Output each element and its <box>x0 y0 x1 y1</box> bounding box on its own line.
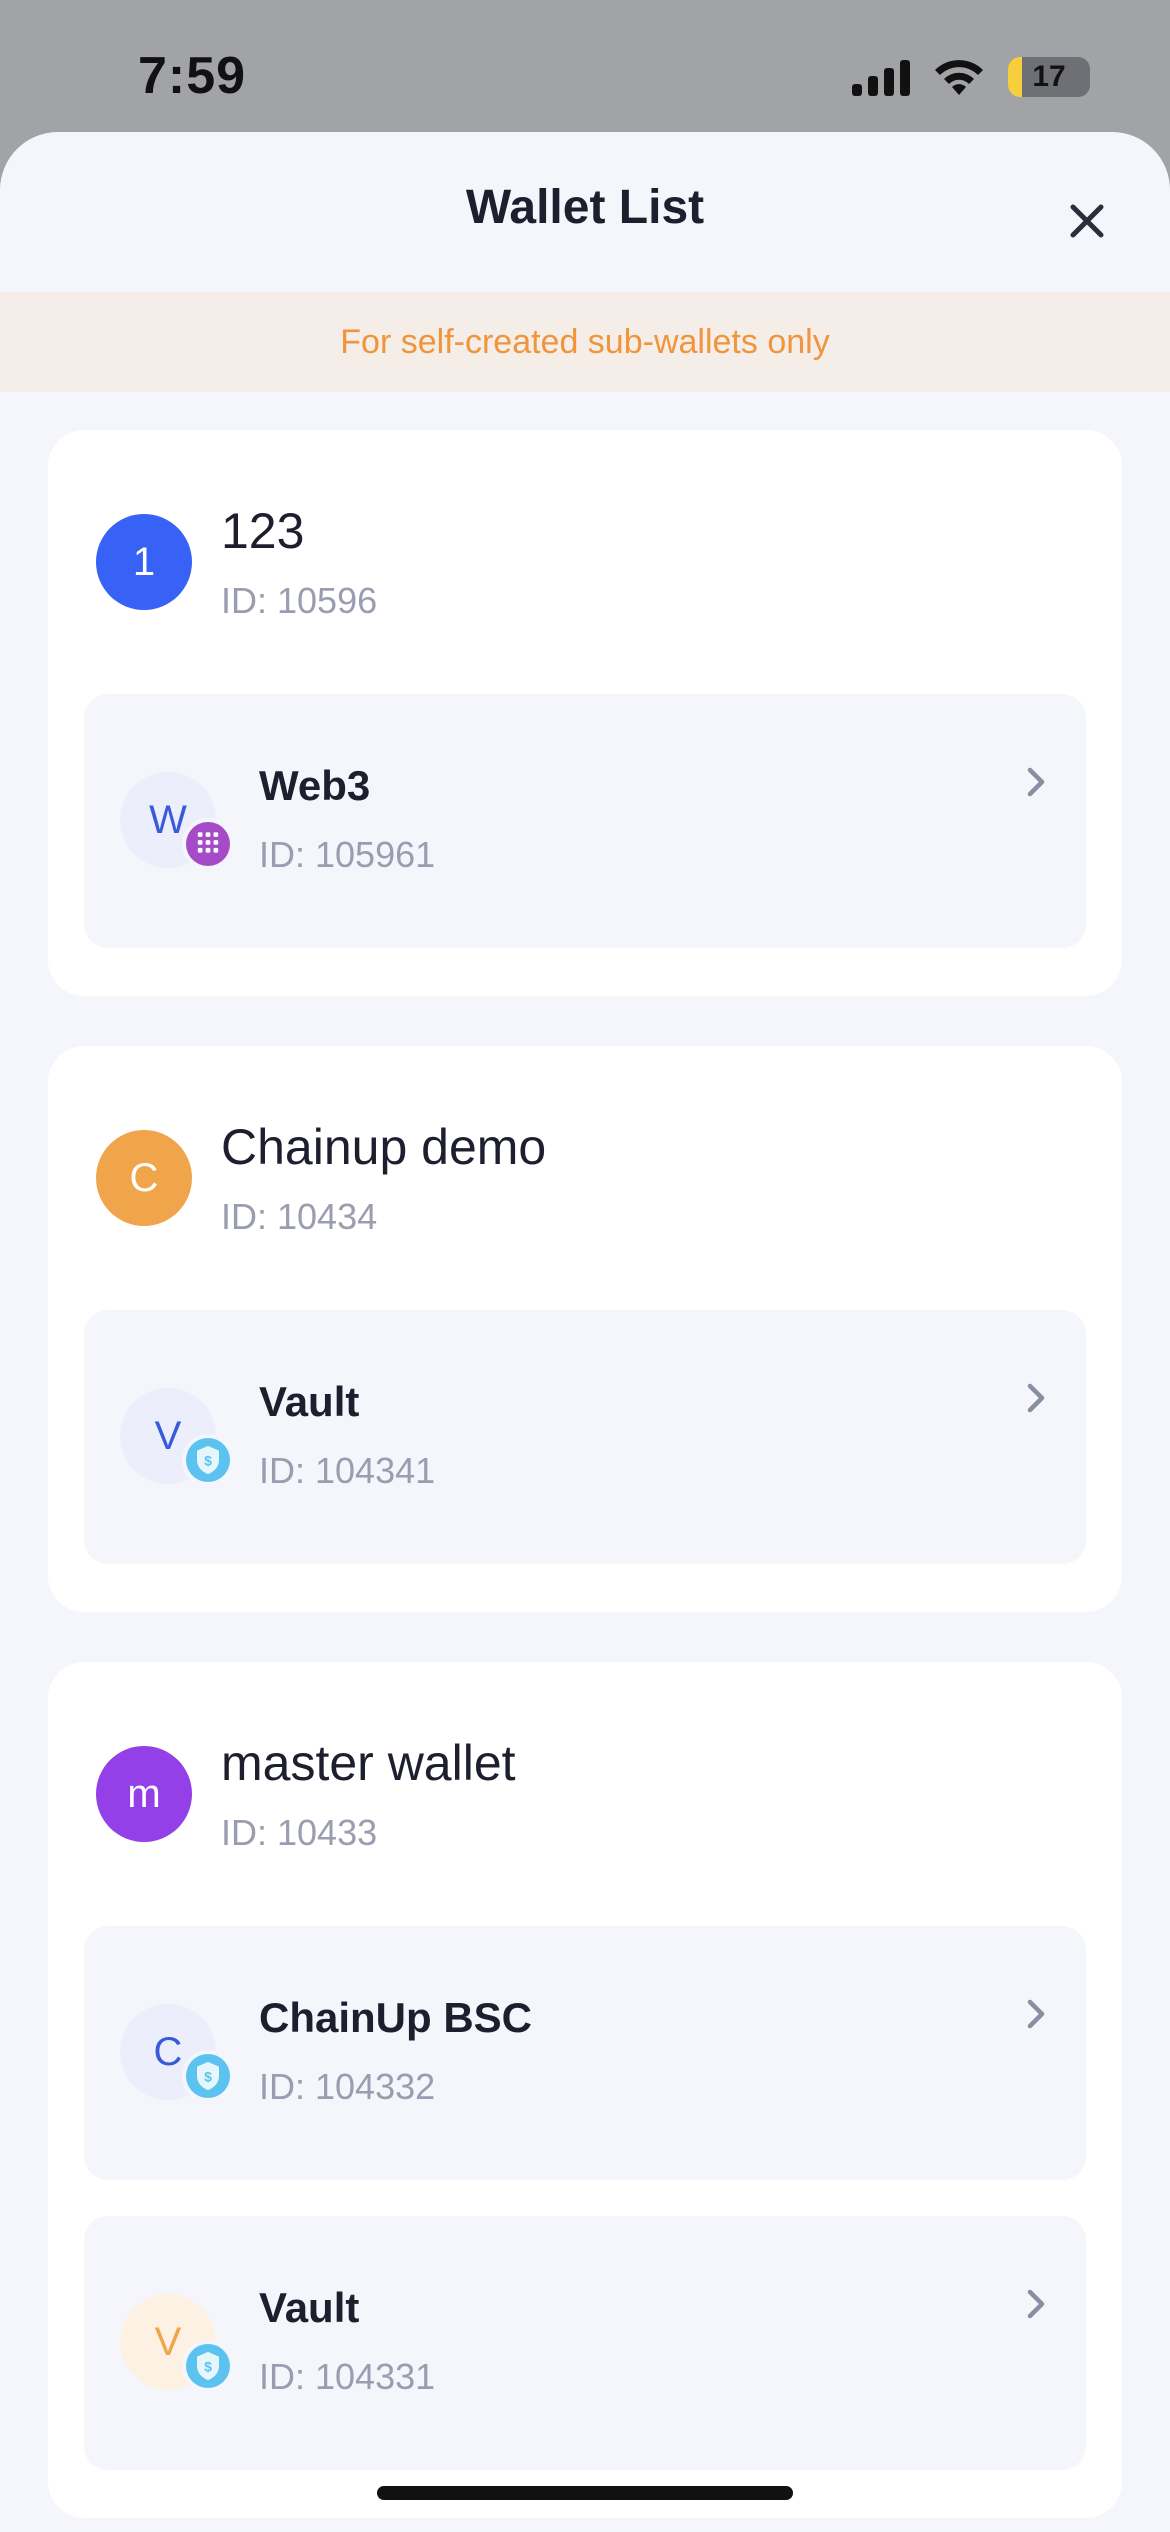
sheet-header: Wallet List <box>0 132 1170 292</box>
grid-badge-icon <box>182 818 234 870</box>
wallet-avatar-initial: m <box>127 1771 161 1816</box>
status-icons: 17 <box>852 52 1090 102</box>
wallet-avatar-initial: C <box>129 1155 159 1200</box>
chevron-right-icon <box>1027 1999 1045 2029</box>
wallet-avatar: C <box>96 1130 192 1226</box>
notice-banner: For self-created sub-wallets only <box>0 292 1170 392</box>
battery-fill <box>1008 57 1022 97</box>
status-time: 7:59 <box>138 47 247 105</box>
sub-wallet-id: ID: 104331 <box>259 2356 436 2397</box>
wallet-card: C Chainup demo ID: 10434 V $ Vault ID: 1… <box>48 1046 1122 1612</box>
sub-wallet-avatar-initial: W <box>149 797 187 842</box>
wallet-id: ID: 10596 <box>221 580 378 621</box>
wallet-list-sheet: Wallet List For self-created sub-wallets… <box>0 132 1170 2532</box>
sub-wallet-name: Vault <box>259 1378 360 1425</box>
wallet-name: Chainup demo <box>221 1119 547 1175</box>
sub-wallet-item[interactable]: C $ ChainUp BSC ID: 104332 <box>84 1926 1086 2180</box>
wallet-header: C Chainup demo ID: 10434 <box>84 1046 1086 1310</box>
sub-wallet-item[interactable]: V $ Vault ID: 104341 <box>84 1310 1086 1564</box>
sub-wallet-avatar-initial: V <box>154 1413 182 1458</box>
svg-text:$: $ <box>204 2359 212 2375</box>
sub-wallet-name: Web3 <box>259 762 371 809</box>
wallet-name: master wallet <box>221 1735 516 1791</box>
close-button[interactable] <box>1056 190 1118 252</box>
sub-wallet-id: ID: 104341 <box>259 1450 436 1491</box>
status-bar: 7:59 17 <box>0 0 1170 132</box>
sub-wallet-avatar-initial: C <box>153 2029 183 2074</box>
close-icon <box>1070 204 1104 238</box>
battery-icon: 17 <box>1008 57 1090 97</box>
wallet-avatar: 1 <box>96 514 192 610</box>
home-indicator[interactable] <box>377 2486 793 2500</box>
sub-wallet-id: ID: 104332 <box>259 2066 436 2107</box>
shield-dollar-icon: $ <box>182 2340 234 2392</box>
svg-text:$: $ <box>204 2069 212 2085</box>
wallet-id: ID: 10434 <box>221 1196 378 1237</box>
wallet-avatar: m <box>96 1746 192 1842</box>
sub-wallet-item[interactable]: V $ Vault ID: 104331 <box>84 2216 1086 2470</box>
battery-level: 17 <box>1032 60 1066 93</box>
sub-wallet-avatar-initial: V <box>154 2319 182 2364</box>
shield-dollar-icon: $ <box>182 2050 234 2102</box>
sub-wallet-id: ID: 105961 <box>259 834 436 875</box>
wifi-icon <box>935 60 983 95</box>
wallet-cards: 1 123 ID: 10596 W Web3 ID: 105961 C Chai… <box>48 430 1122 2532</box>
wallet-id: ID: 10433 <box>221 1812 378 1853</box>
wallet-name: 123 <box>221 503 305 559</box>
page-title: Wallet List <box>465 181 705 234</box>
wallet-header: m master wallet ID: 10433 <box>84 1662 1086 1926</box>
chevron-right-icon <box>1027 1383 1045 1413</box>
chevron-right-icon <box>1027 767 1045 797</box>
wallet-header: 1 123 ID: 10596 <box>84 430 1086 694</box>
shield-dollar-icon: $ <box>182 1434 234 1486</box>
wallet-avatar-initial: 1 <box>132 539 156 584</box>
sub-wallet-item[interactable]: W Web3 ID: 105961 <box>84 694 1086 948</box>
svg-text:$: $ <box>204 1453 212 1469</box>
wallet-card: 1 123 ID: 10596 W Web3 ID: 105961 <box>48 430 1122 996</box>
wallet-card: m master wallet ID: 10433 C $ ChainUp BS… <box>48 1662 1122 2518</box>
sub-wallet-name: ChainUp BSC <box>259 1994 532 2041</box>
chevron-right-icon <box>1027 2289 1045 2319</box>
signal-icon <box>852 58 910 96</box>
sub-wallet-name: Vault <box>259 2284 360 2331</box>
